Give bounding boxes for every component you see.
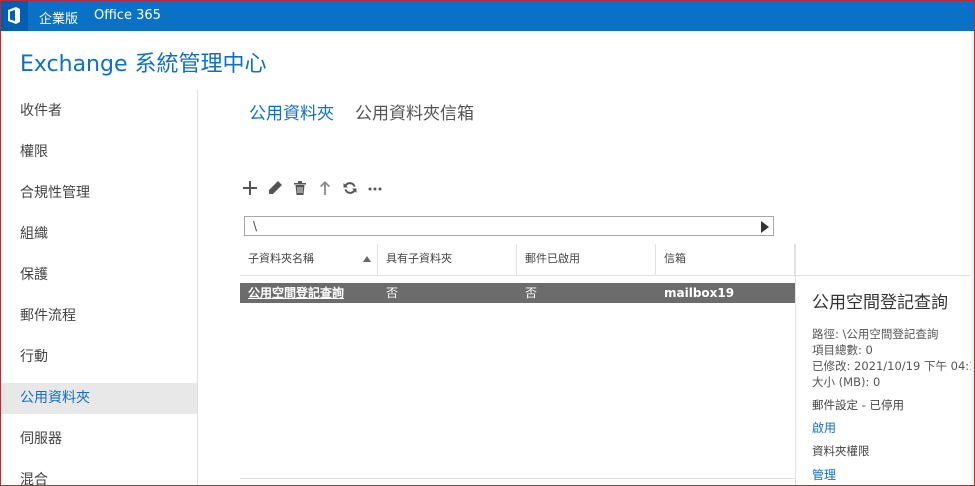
folder-path-value: \ xyxy=(253,219,258,233)
nav-item-servers[interactable]: 伺服器 xyxy=(0,424,197,455)
up-icon xyxy=(320,181,330,195)
nav-item-mobile[interactable]: 行動 xyxy=(0,342,197,373)
add-icon xyxy=(243,181,257,195)
column-header-label: 具有子資料夾 xyxy=(386,252,452,265)
nav-item-public-folders[interactable]: 公用資料夾 xyxy=(0,383,197,414)
column-header-label: 郵件已啟用 xyxy=(525,252,580,265)
edit-button[interactable] xyxy=(265,177,285,199)
move-up-button[interactable] xyxy=(315,177,335,199)
left-nav: 收件者 權限 合規性管理 組織 保護 郵件流程 行動 公用資料夾 伺服器 混合 xyxy=(0,90,198,486)
more-icon xyxy=(368,187,382,191)
table-row[interactable]: 公用空間登記查詢 否 否 mailbox19 xyxy=(240,283,795,303)
cell-mail-enabled: 否 xyxy=(525,286,538,300)
path-go-button[interactable] xyxy=(757,219,771,233)
details-modified: 已修改: 2021/10/19 下午 04:13 xyxy=(812,359,975,373)
details-total-items: 項目總數: 0 xyxy=(812,343,873,357)
column-header-mail-enabled[interactable]: 郵件已啟用 xyxy=(517,244,656,276)
tab-public-folders[interactable]: 公用資料夾 xyxy=(249,99,334,124)
tab-public-folder-mailboxes[interactable]: 公用資料夾信箱 xyxy=(355,99,474,124)
details-size: 大小 (MB): 0 xyxy=(812,375,881,389)
details-title: 公用空間登記查詢 xyxy=(812,293,948,313)
column-header-label: 信箱 xyxy=(664,252,686,265)
details-path: 路徑: \公用空間登記查詢 xyxy=(812,327,939,341)
delete-button[interactable] xyxy=(290,177,310,199)
details-pane: 公用空間登記查詢 路徑: \公用空間登記查詢 項目總數: 0 已修改: 2021… xyxy=(795,244,975,486)
column-header-mailbox[interactable]: 信箱 xyxy=(656,244,795,276)
folder-path-input[interactable]: \ xyxy=(244,216,774,236)
triangle-right-icon xyxy=(761,221,769,233)
details-permissions-heading: 資料夾權限 xyxy=(812,444,870,458)
vertical-scrollbar[interactable] xyxy=(971,31,975,486)
manage-permissions-link[interactable]: 管理 xyxy=(812,466,836,483)
nav-item-mail-flow[interactable]: 郵件流程 xyxy=(0,301,197,332)
column-header-has-subfolders[interactable]: 具有子資料夾 xyxy=(378,244,517,276)
refresh-button[interactable] xyxy=(340,177,360,199)
sort-ascending-icon xyxy=(363,256,371,262)
details-mail-settings: 郵件設定 - 已停用 xyxy=(812,398,904,412)
nav-item-organization[interactable]: 組織 xyxy=(0,219,197,250)
column-header-label: 子資料夾名稱 xyxy=(248,252,314,265)
add-button[interactable] xyxy=(240,177,260,199)
suite-bar: 企業版 Office 365 xyxy=(0,0,975,31)
divider xyxy=(240,478,795,479)
more-button[interactable] xyxy=(365,177,385,199)
enable-link[interactable]: 啟用 xyxy=(812,419,836,436)
cell-mailbox: mailbox19 xyxy=(664,286,735,300)
nav-item-hybrid[interactable]: 混合 xyxy=(0,465,197,486)
column-header-subfolder-name[interactable]: 子資料夾名稱 xyxy=(240,244,378,276)
refresh-icon xyxy=(343,182,357,194)
delete-icon xyxy=(294,181,306,195)
cell-folder-name[interactable]: 公用空間登記查詢 xyxy=(248,283,344,303)
nav-item-recipients[interactable]: 收件者 xyxy=(0,96,197,127)
brand-label[interactable]: 企業版 xyxy=(39,8,78,27)
nav-item-compliance[interactable]: 合規性管理 xyxy=(0,178,197,209)
nav-item-permissions[interactable]: 權限 xyxy=(0,137,197,168)
cell-has-subfolders: 否 xyxy=(386,286,399,300)
nav-item-protection[interactable]: 保護 xyxy=(0,260,197,291)
page-title: Exchange 系統管理中心 xyxy=(20,52,267,77)
office365-link[interactable]: Office 365 xyxy=(94,8,161,23)
office-logo-icon[interactable] xyxy=(0,0,28,31)
edit-icon xyxy=(269,181,282,194)
